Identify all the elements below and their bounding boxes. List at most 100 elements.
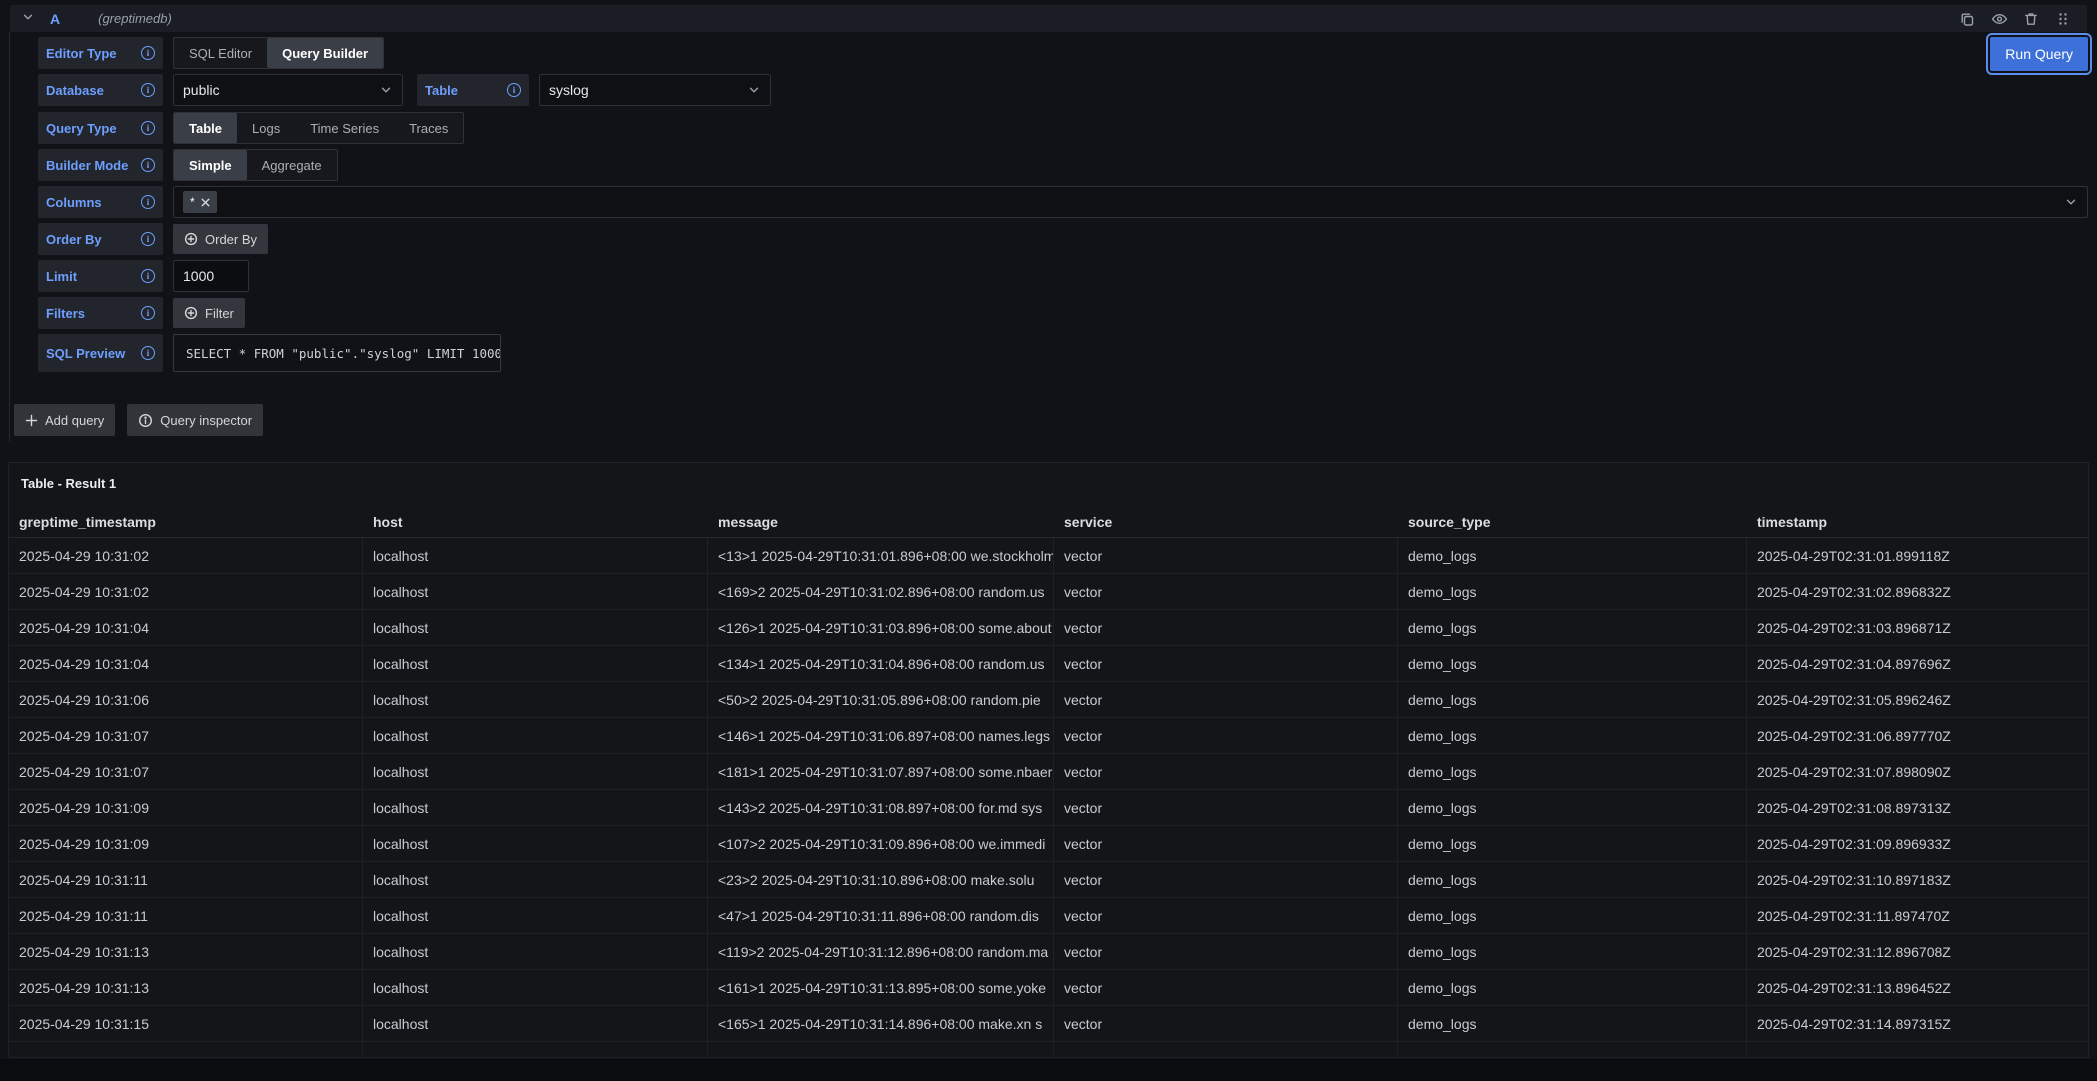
cell-timestamp: 2025-04-29T02:31:13.896452Z <box>1747 970 2088 1006</box>
chevron-down-icon <box>2064 195 2078 209</box>
close-icon[interactable] <box>201 198 210 207</box>
query-inspector-button[interactable]: Query inspector <box>127 404 263 436</box>
table-row[interactable]: 2025-04-29 10:31:02 localhost <169>2 202… <box>9 574 2088 610</box>
info-icon[interactable] <box>141 46 155 60</box>
query-row-header[interactable]: A (greptimedb) <box>10 5 2087 32</box>
query-ref-id[interactable]: A <box>50 11 60 27</box>
add-filter-button[interactable]: Filter <box>173 298 245 328</box>
cell-host: localhost <box>363 1006 708 1042</box>
builder-mode-row: Builder Mode SimpleAggregate <box>38 149 2088 181</box>
duplicate-query-button[interactable] <box>1955 8 1979 30</box>
cell-service: vector <box>1054 682 1398 718</box>
cell-host: localhost <box>363 610 708 646</box>
column-header[interactable]: timestamp <box>1747 506 2088 538</box>
column-header[interactable]: service <box>1054 506 1398 538</box>
table-row[interactable]: 2025-04-29 10:31:11 localhost <23>2 2025… <box>9 862 2088 898</box>
add-query-button[interactable]: Add query <box>14 404 115 436</box>
table-row[interactable]: 2025-04-29 10:31:07 localhost <146>1 202… <box>9 718 2088 754</box>
table-row[interactable]: 2025-04-29 10:31:13 localhost <119>2 202… <box>9 934 2088 970</box>
drag-handle[interactable] <box>2051 8 2075 30</box>
cell-host: localhost <box>363 790 708 826</box>
cell-source-type: demo_logs <box>1398 646 1747 682</box>
database-label: Database <box>38 74 163 106</box>
editor-type-option[interactable]: SQL Editor <box>174 38 267 68</box>
cell-timestamp: 2025-04-29T02:31:04.897696Z <box>1747 646 2088 682</box>
cell-message: <23>2 2025-04-29T10:31:10.896+08:00 make… <box>708 862 1054 898</box>
column-header[interactable]: greptime_timestamp <box>9 506 363 538</box>
results-panel: Table - Result 1 greptime_timestamphostm… <box>8 462 2089 1058</box>
info-icon[interactable] <box>141 232 155 246</box>
info-icon[interactable] <box>141 306 155 320</box>
table-row[interactable]: 2025-04-29 10:31:13 localhost <161>1 202… <box>9 970 2088 1006</box>
sql-preview-label: SQL Preview <box>38 334 163 372</box>
query-type-option[interactable]: Table <box>174 113 237 143</box>
chevron-down-icon <box>379 83 393 97</box>
table-row[interactable]: 2025-04-29 10:31:11 localhost <47>1 2025… <box>9 898 2088 934</box>
datasource-name: (greptimedb) <box>98 11 172 26</box>
filters-label: Filters <box>38 297 163 329</box>
cell-source-type: demo_logs <box>1398 970 1747 1006</box>
cell-message: <119>2 2025-04-29T10:31:12.896+08:00 ran… <box>708 934 1054 970</box>
table-select-value: syslog <box>549 82 589 98</box>
limit-input[interactable] <box>173 260 249 292</box>
info-icon[interactable] <box>141 195 155 209</box>
column-header[interactable]: host <box>363 506 708 538</box>
database-select[interactable]: public <box>173 74 403 106</box>
table-row[interactable]: 2025-04-29 10:31:15 localhost <165>1 202… <box>9 1006 2088 1042</box>
cell-host: localhost <box>363 862 708 898</box>
collapse-query-button[interactable] <box>22 11 34 26</box>
table-select[interactable]: syslog <box>539 74 771 106</box>
builder-mode-option[interactable]: Aggregate <box>247 150 337 180</box>
cell-host: localhost <box>363 718 708 754</box>
cell-service: vector <box>1054 970 1398 1006</box>
cell-source-type: demo_logs <box>1398 862 1747 898</box>
table-row[interactable]: 2025-04-29 10:31:09 localhost <143>2 202… <box>9 790 2088 826</box>
cell-timestamp: 2025-04-29T02:31:06.897770Z <box>1747 718 2088 754</box>
delete-query-button[interactable] <box>2019 8 2043 30</box>
info-icon[interactable] <box>141 121 155 135</box>
cell-timestamp: 2025-04-29T02:31:08.897313Z <box>1747 790 2088 826</box>
cell-source-type: demo_logs <box>1398 718 1747 754</box>
cell-greptime-timestamp: 2025-04-29 10:31:13 <box>9 970 363 1006</box>
copy-icon <box>1959 11 1975 27</box>
column-header[interactable]: source_type <box>1398 506 1747 538</box>
info-icon[interactable] <box>141 346 155 360</box>
add-order-by-button[interactable]: Order By <box>173 224 268 254</box>
table-row[interactable]: 2025-04-29 10:31:09 localhost <107>2 202… <box>9 826 2088 862</box>
cell-host: localhost <box>363 934 708 970</box>
cell-host: localhost <box>363 538 708 574</box>
info-icon[interactable] <box>141 83 155 97</box>
order-by-row: Order By Order By <box>38 223 2088 255</box>
cell-greptime-timestamp: 2025-04-29 10:31:06 <box>9 682 363 718</box>
info-icon[interactable] <box>141 269 155 283</box>
table-row[interactable]: 2025-04-29 10:31:06 localhost <50>2 2025… <box>9 682 2088 718</box>
columns-multiselect[interactable]: * <box>173 186 2088 218</box>
database-select-value: public <box>183 82 220 98</box>
info-icon[interactable] <box>507 83 521 97</box>
query-type-radio-group: TableLogsTime SeriesTraces <box>173 112 464 144</box>
table-row[interactable]: 2025-04-29 10:31:04 localhost <134>1 202… <box>9 646 2088 682</box>
query-type-option[interactable]: Traces <box>394 113 463 143</box>
column-header[interactable]: message <box>708 506 1054 538</box>
query-type-option[interactable]: Time Series <box>295 113 394 143</box>
table-row[interactable]: 2025-04-29 10:31:07 localhost <181>1 202… <box>9 754 2088 790</box>
table-empty-row <box>9 1042 2088 1055</box>
cell-message: <165>1 2025-04-29T10:31:14.896+08:00 mak… <box>708 1006 1054 1042</box>
cell-timestamp: 2025-04-29T02:31:07.898090Z <box>1747 754 2088 790</box>
plus-icon <box>25 414 38 427</box>
editor-type-option[interactable]: Query Builder <box>267 38 383 68</box>
query-type-option[interactable]: Logs <box>237 113 295 143</box>
cell-greptime-timestamp: 2025-04-29 10:31:07 <box>9 754 363 790</box>
builder-mode-option[interactable]: Simple <box>174 150 247 180</box>
cell-greptime-timestamp: 2025-04-29 10:31:04 <box>9 610 363 646</box>
filters-row: Filters Filter <box>38 297 2088 329</box>
cell-host: localhost <box>363 826 708 862</box>
cell-message: <50>2 2025-04-29T10:31:05.896+08:00 rand… <box>708 682 1054 718</box>
cell-greptime-timestamp: 2025-04-29 10:31:07 <box>9 718 363 754</box>
info-icon[interactable] <box>141 158 155 172</box>
hide-query-button[interactable] <box>1987 8 2011 30</box>
order-by-label: Order By <box>38 223 163 255</box>
table-row[interactable]: 2025-04-29 10:31:02 localhost <13>1 2025… <box>9 538 2088 574</box>
info-circle-icon <box>138 413 153 428</box>
table-row[interactable]: 2025-04-29 10:31:04 localhost <126>1 202… <box>9 610 2088 646</box>
